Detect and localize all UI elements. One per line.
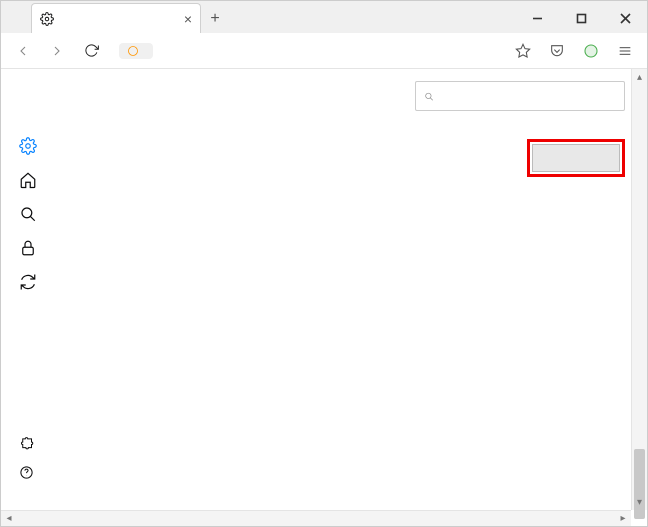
scroll-down-icon[interactable]: ▾ bbox=[632, 494, 647, 510]
bookmark-star-icon[interactable] bbox=[509, 37, 537, 65]
home-icon bbox=[19, 171, 37, 189]
close-window-button[interactable] bbox=[603, 3, 647, 33]
toolbar bbox=[1, 33, 647, 69]
sidebar bbox=[1, 69, 191, 526]
horizontal-scrollbar[interactable]: ◂ ▸ bbox=[1, 510, 631, 526]
search-input[interactable] bbox=[440, 89, 616, 104]
identity-box[interactable] bbox=[119, 43, 153, 59]
gear-icon bbox=[19, 137, 37, 155]
sidebar-item-privacy[interactable] bbox=[19, 231, 191, 265]
network-settings-button[interactable] bbox=[532, 144, 620, 172]
minimize-button[interactable] bbox=[515, 3, 559, 33]
sidebar-item-home[interactable] bbox=[19, 163, 191, 197]
maximize-button[interactable] bbox=[559, 3, 603, 33]
highlight-box bbox=[527, 139, 625, 177]
lock-icon bbox=[19, 239, 37, 257]
gear-icon bbox=[40, 12, 54, 26]
scroll-up-icon[interactable]: ▴ bbox=[632, 69, 647, 85]
close-icon[interactable]: × bbox=[184, 11, 192, 27]
sidebar-item-general[interactable] bbox=[19, 129, 191, 163]
scroll-right-icon[interactable]: ▸ bbox=[615, 511, 631, 526]
main-panel bbox=[191, 69, 647, 526]
sidebar-support[interactable] bbox=[19, 458, 191, 486]
browser-tab[interactable]: × bbox=[31, 3, 201, 33]
back-button[interactable] bbox=[9, 37, 37, 65]
account-icon[interactable] bbox=[577, 37, 605, 65]
pocket-icon[interactable] bbox=[543, 37, 571, 65]
address-bar[interactable] bbox=[111, 37, 503, 65]
vertical-scrollbar[interactable]: ▴ ▾ bbox=[631, 69, 647, 510]
search-icon bbox=[19, 205, 37, 223]
scroll-left-icon[interactable]: ◂ bbox=[1, 511, 17, 526]
forward-button[interactable] bbox=[43, 37, 71, 65]
reload-button[interactable] bbox=[77, 37, 105, 65]
settings-search[interactable] bbox=[415, 81, 625, 111]
sidebar-extensions[interactable] bbox=[19, 430, 191, 458]
menu-icon[interactable] bbox=[611, 37, 639, 65]
new-tab-button[interactable]: + bbox=[201, 5, 229, 33]
sync-icon bbox=[19, 273, 37, 291]
titlebar: × + bbox=[1, 1, 647, 33]
help-icon bbox=[19, 465, 34, 480]
search-icon bbox=[424, 90, 434, 103]
sidebar-item-search[interactable] bbox=[19, 197, 191, 231]
sidebar-item-sync[interactable] bbox=[19, 265, 191, 299]
puzzle-icon bbox=[19, 437, 34, 452]
